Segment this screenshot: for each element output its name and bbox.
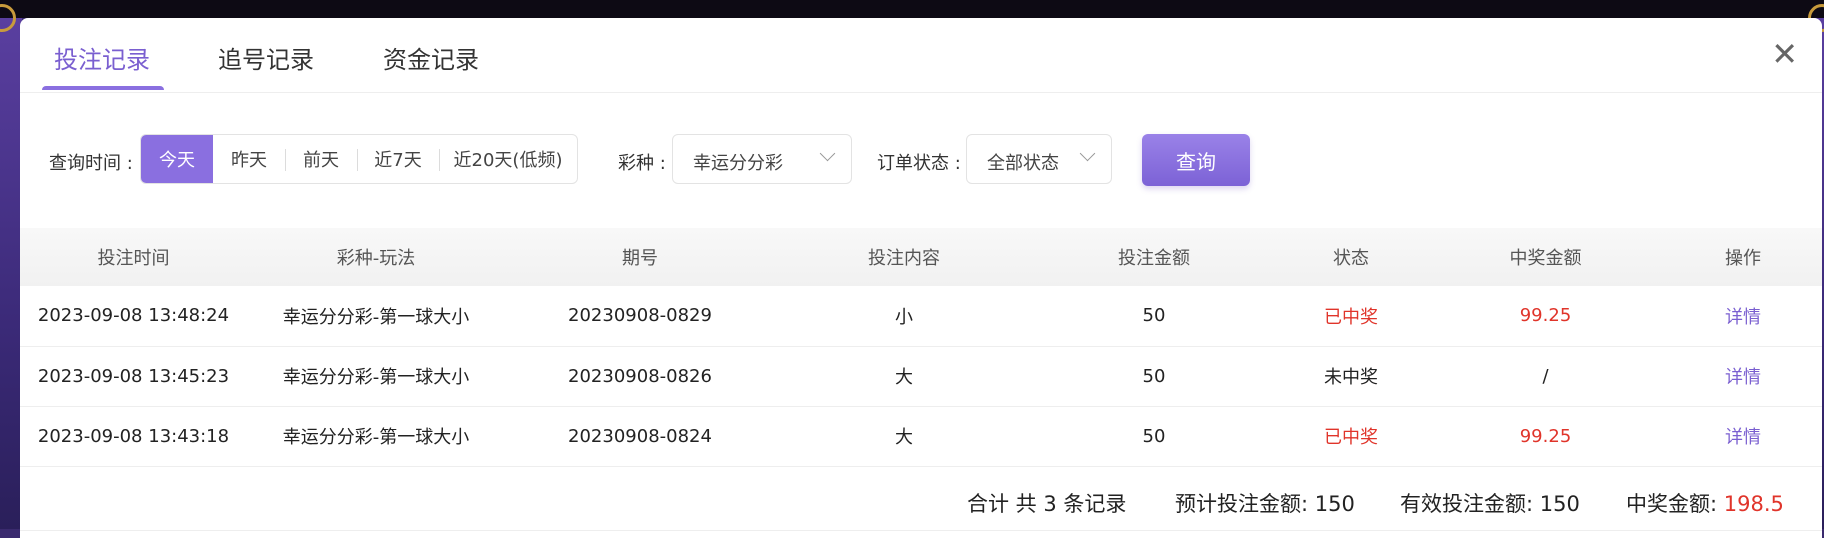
cell-issue: 20230908-0829: [568, 305, 712, 327]
col-header-content: 投注内容: [868, 248, 940, 269]
detail-link[interactable]: 详情: [1664, 286, 1822, 346]
col-header-status: 状态: [1333, 248, 1369, 269]
cell-status: 已中奖: [1324, 427, 1378, 448]
detail-link[interactable]: 详情: [1664, 406, 1822, 466]
tab-chase-records[interactable]: 追号记录: [218, 40, 314, 75]
bet-records-table: 投注时间 彩种-玩法 期号 投注内容 投注金额 状态 中奖金额 操作 2023-…: [20, 228, 1822, 467]
col-header-bet-time: 投注时间: [97, 248, 170, 269]
total-prize-amount: 中奖金额: 198.5: [1626, 488, 1784, 518]
valid-bet-value: 150: [1539, 492, 1580, 516]
valid-bet-amount: 有效投注金额: 150: [1400, 488, 1580, 518]
cell-amount: 50: [1142, 425, 1166, 447]
table-row: 2023-09-08 13:43:18 幸运分分彩-第一球大小 20230908…: [20, 406, 1822, 466]
query-button[interactable]: 查询: [1142, 134, 1250, 186]
tab-bar: 投注记录 追号记录 资金记录 ✕: [20, 18, 1822, 93]
detail-link[interactable]: 详情: [1664, 346, 1822, 406]
tab-bet-records[interactable]: 投注记录: [54, 40, 150, 75]
background-left: [0, 4, 22, 529]
cell-status: 已中奖: [1324, 306, 1378, 328]
order-status-value: 全部状态: [987, 153, 1059, 174]
time-option-today[interactable]: 今天: [141, 135, 213, 183]
lottery-filter-label: 彩种 :: [618, 153, 666, 174]
cell-prize: 99.25: [1519, 425, 1572, 447]
cell-prize: 99.25: [1519, 305, 1572, 327]
records-modal: 投注记录 追号记录 资金记录 ✕ 查询时间 : 今天 昨天 前天 近7天 近20…: [20, 18, 1822, 538]
table-header-row: 投注时间 彩种-玩法 期号 投注内容 投注金额 状态 中奖金额 操作: [20, 228, 1822, 286]
time-option-20-days[interactable]: 近20天(低频): [439, 135, 577, 183]
cell-status: 未中奖: [1324, 367, 1378, 388]
col-header-prize: 中奖金额: [1509, 248, 1582, 269]
cell-bet-time: 2023-09-08 13:45:23: [37, 365, 230, 387]
time-filter-label: 查询时间 :: [49, 153, 133, 174]
cell-game: 幸运分分彩-第一球大小: [282, 306, 470, 328]
active-tab-indicator: [42, 86, 164, 90]
lottery-select[interactable]: 幸运分分彩: [672, 134, 852, 184]
summary-bar: 合计 共 3 条记录 预计投注金额: 150 有效投注金额: 150 中奖金额:…: [20, 470, 1822, 531]
tab-fund-records[interactable]: 资金记录: [383, 40, 479, 75]
top-bar: [0, 0, 1824, 18]
cell-amount: 50: [1142, 305, 1166, 327]
expected-bet-label: 预计投注金额:: [1175, 492, 1309, 516]
cell-game: 幸运分分彩-第一球大小: [282, 427, 470, 448]
close-icon[interactable]: ✕: [1771, 38, 1798, 70]
cell-prize: /: [1542, 365, 1549, 387]
record-count: 合计 共 3 条记录: [967, 492, 1127, 516]
total-prize-label: 中奖金额:: [1626, 492, 1718, 516]
cell-content: 大: [895, 427, 913, 448]
cell-issue: 20230908-0824: [568, 425, 712, 447]
col-header-amount: 投注金额: [1118, 248, 1190, 269]
order-status-select[interactable]: 全部状态: [966, 134, 1112, 184]
filter-bar: 查询时间 : 今天 昨天 前天 近7天 近20天(低频) 彩种 : 幸运分分彩 …: [20, 134, 1822, 188]
cell-game: 幸运分分彩-第一球大小: [282, 367, 470, 388]
time-option-7-days[interactable]: 近7天: [357, 135, 439, 183]
chevron-down-icon: [1079, 145, 1096, 162]
chevron-down-icon: [819, 145, 836, 162]
col-header-action: 操作: [1725, 248, 1761, 269]
time-range-selector: 今天 昨天 前天 近7天 近20天(低频): [140, 134, 578, 184]
table-row: 2023-09-08 13:45:23 幸运分分彩-第一球大小 20230908…: [20, 346, 1822, 406]
time-option-yesterday[interactable]: 昨天: [213, 135, 285, 183]
expected-bet-amount: 预计投注金额: 150: [1175, 488, 1355, 518]
col-header-issue: 期号: [622, 248, 658, 269]
lottery-select-value: 幸运分分彩: [693, 153, 783, 174]
cell-amount: 50: [1142, 365, 1166, 387]
table-row: 2023-09-08 13:48:24 幸运分分彩-第一球大小 20230908…: [20, 286, 1822, 346]
order-status-label: 订单状态 :: [877, 153, 961, 174]
expected-bet-value: 150: [1314, 492, 1355, 516]
cell-content: 小: [895, 306, 913, 328]
cell-bet-time: 2023-09-08 13:43:18: [37, 425, 230, 447]
cell-bet-time: 2023-09-08 13:48:24: [37, 305, 230, 327]
cell-issue: 20230908-0826: [568, 365, 712, 387]
valid-bet-label: 有效投注金额:: [1400, 492, 1534, 516]
cell-content: 大: [895, 367, 913, 388]
col-header-game: 彩种-玩法: [336, 248, 416, 269]
time-option-day-before[interactable]: 前天: [285, 135, 357, 183]
total-prize-value: 198.5: [1723, 492, 1784, 516]
